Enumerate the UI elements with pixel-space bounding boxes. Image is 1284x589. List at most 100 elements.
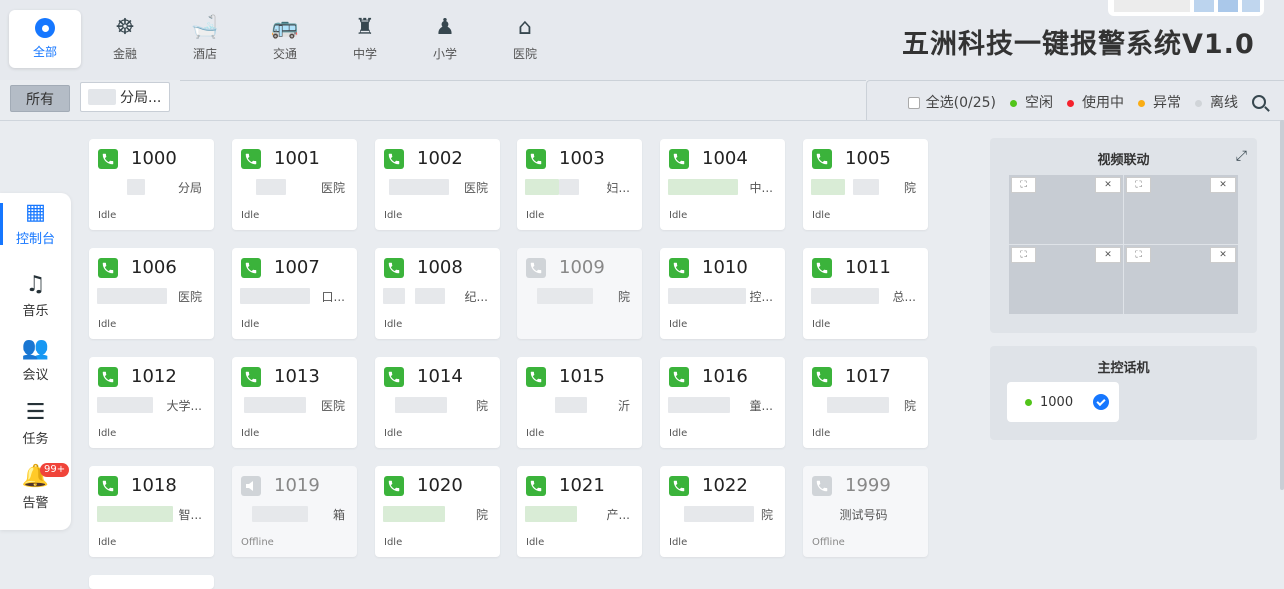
- device-status: Idle: [669, 210, 688, 221]
- device-card[interactable]: 1021 产... Idle: [517, 466, 642, 557]
- category-label: 全部: [32, 45, 57, 59]
- device-card[interactable]: 1008 纪... Idle: [375, 248, 500, 339]
- device-card[interactable]: 1016 童... Idle: [660, 357, 785, 448]
- device-name: 箱: [332, 507, 345, 522]
- category-hotel[interactable]: 🛁 酒店: [169, 10, 241, 68]
- phone-icon: [98, 476, 118, 496]
- phone-icon: [812, 258, 832, 278]
- category-all[interactable]: 全部: [9, 10, 81, 68]
- device-card[interactable]: 1018 智... Idle: [89, 466, 214, 557]
- device-status: Idle: [98, 537, 117, 548]
- device-status: Idle: [241, 319, 260, 330]
- device-name: 分局: [177, 180, 202, 195]
- sidebar-item-alarm[interactable]: 🔔 告警 99+: [0, 459, 71, 517]
- master-phone-item[interactable]: 1000: [1007, 382, 1119, 422]
- device-card[interactable]: 1003 妇... Idle: [517, 139, 642, 230]
- phone-icon: [526, 476, 546, 496]
- device-number: 1001: [274, 148, 320, 169]
- scrollbar[interactable]: [1280, 120, 1284, 490]
- device-name: 测试号码: [839, 507, 888, 522]
- tab-all[interactable]: 所有: [10, 85, 70, 112]
- device-card[interactable]: 1000 分局 Idle: [89, 139, 214, 230]
- sidebar-item-meeting[interactable]: 👥 会议: [0, 331, 71, 389]
- close-icon[interactable]: ✕: [1095, 247, 1121, 263]
- expand-arrows-icon[interactable]: ⤢: [1236, 148, 1247, 164]
- legend-abnormal[interactable]: 异常: [1138, 92, 1181, 112]
- device-card[interactable]: 1012 大学... Idle: [89, 357, 214, 448]
- music-note-icon: ♫: [25, 272, 46, 297]
- device-name: 童...: [749, 398, 773, 413]
- sidebar-item-music[interactable]: ♫ 音乐: [0, 267, 71, 325]
- category-hospital[interactable]: ⌂ 医院: [489, 10, 561, 68]
- device-card[interactable]: 1007 口... Idle: [232, 248, 357, 339]
- device-number: 1022: [702, 475, 748, 496]
- device-card[interactable]: 1002 医院 Idle: [375, 139, 500, 230]
- device-card[interactable]: 1999 测试号码 Offline: [803, 466, 928, 557]
- category-transport[interactable]: 🚌 交通: [249, 10, 321, 68]
- category-finance[interactable]: ☸ 金融: [89, 10, 161, 68]
- device-name: 大学...: [166, 398, 202, 413]
- device-card[interactable]: 1005 院 Idle: [803, 139, 928, 230]
- video-cell[interactable]: ⛶ ✕: [1124, 245, 1238, 314]
- device-name: 妇...: [606, 180, 630, 195]
- redacted-text: [88, 89, 116, 105]
- category-middle-school[interactable]: ♜ 中学: [329, 10, 401, 68]
- select-all-checkbox[interactable]: 全选(0/25): [907, 92, 996, 112]
- sidebar-item-label: 音乐: [22, 304, 49, 319]
- legend-idle[interactable]: 空闲: [1010, 92, 1053, 112]
- device-card[interactable]: 1009 院: [517, 248, 642, 339]
- filter-row: 所有 分局... 全选(0/25) 空闲 使用中 异常 离线: [0, 80, 1284, 120]
- video-cell[interactable]: ⛶ ✕: [1009, 245, 1123, 314]
- device-number: 1017: [845, 366, 891, 387]
- category-label: 酒店: [192, 47, 217, 61]
- fullscreen-icon[interactable]: ⛶: [1011, 247, 1036, 263]
- device-name: 院: [475, 507, 488, 522]
- helm-wheel-icon: ☸: [115, 15, 135, 40]
- device-name: 院: [903, 398, 916, 413]
- fullscreen-icon[interactable]: ⛶: [1011, 177, 1036, 193]
- device-number: 1000: [131, 148, 177, 169]
- video-cell[interactable]: ⛶ ✕: [1009, 175, 1123, 244]
- device-card[interactable]: 1017 院 Idle: [803, 357, 928, 448]
- device-card[interactable]: 1011 总... Idle: [803, 248, 928, 339]
- legend-busy-label: 使用中: [1082, 95, 1124, 111]
- device-card[interactable]: 1006 医院 Idle: [89, 248, 214, 339]
- legend-busy[interactable]: 使用中: [1067, 92, 1124, 112]
- master-phone-panel: 主控话机 1000: [990, 346, 1257, 440]
- phone-icon: [98, 258, 118, 278]
- device-card[interactable]: 1001 医院 Idle: [232, 139, 357, 230]
- device-card[interactable]: 1019 箱 Offline: [232, 466, 357, 557]
- close-icon[interactable]: ✕: [1095, 177, 1121, 193]
- fullscreen-icon[interactable]: ⛶: [1126, 247, 1151, 263]
- device-name: 纪...: [464, 289, 488, 304]
- grid-icon: ▦: [25, 200, 46, 225]
- device-name: 中...: [749, 180, 773, 195]
- close-icon[interactable]: ✕: [1210, 177, 1236, 193]
- bus-icon: 🚌: [271, 15, 299, 40]
- fullscreen-icon[interactable]: ⛶: [1126, 177, 1151, 193]
- legend-offline[interactable]: 离线: [1195, 92, 1238, 112]
- device-card[interactable]: 1015 沂 Idle: [517, 357, 642, 448]
- device-number: 1012: [131, 366, 177, 387]
- device-status: Idle: [526, 428, 545, 439]
- tab-branch[interactable]: 分局...: [80, 82, 170, 112]
- device-card[interactable]: 1013 医院 Idle: [232, 357, 357, 448]
- search-icon[interactable]: [1252, 95, 1266, 109]
- category-primary-school[interactable]: ♟ 小学: [409, 10, 481, 68]
- sidebar-item-tasks[interactable]: ☰ 任务: [0, 395, 71, 453]
- device-card[interactable]: 1010 控... Idle: [660, 248, 785, 339]
- device-status: Idle: [526, 537, 545, 548]
- device-card[interactable]: [89, 575, 214, 589]
- device-card[interactable]: 1014 院 Idle: [375, 357, 500, 448]
- device-card[interactable]: 1020 院 Idle: [375, 466, 500, 557]
- close-icon[interactable]: ✕: [1210, 247, 1236, 263]
- sidebar-item-label: 控制台: [15, 232, 55, 247]
- legend-idle-label: 空闲: [1025, 95, 1053, 111]
- device-card[interactable]: 1022 院 Idle: [660, 466, 785, 557]
- device-number: 1020: [417, 475, 463, 496]
- sidebar-item-console[interactable]: ▦ 控制台: [0, 195, 71, 253]
- phone-icon: [98, 367, 118, 387]
- device-card[interactable]: 1004 中... Idle: [660, 139, 785, 230]
- device-number: 1018: [131, 475, 177, 496]
- video-cell[interactable]: ⛶ ✕: [1124, 175, 1238, 244]
